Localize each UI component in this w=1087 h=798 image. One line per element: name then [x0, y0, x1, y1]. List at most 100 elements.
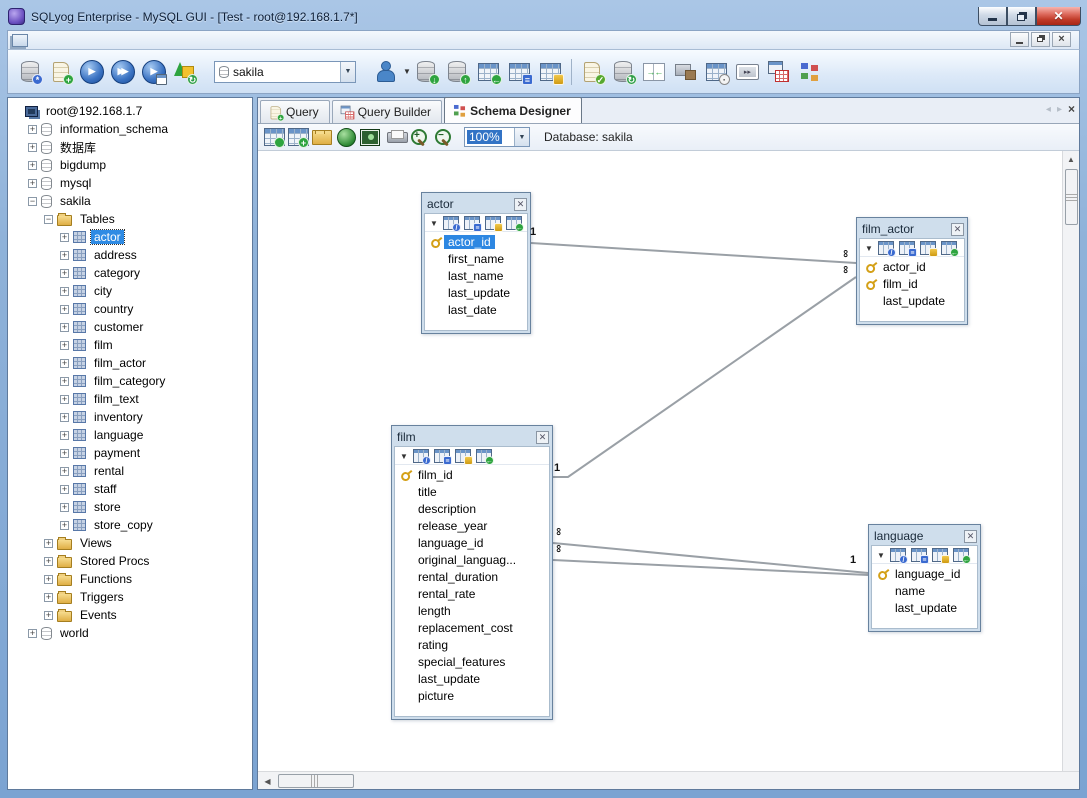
tab-query-builder[interactable]: Query Builder	[332, 100, 442, 123]
export-database-icon[interactable]	[444, 58, 471, 85]
add-column-icon[interactable]	[941, 241, 957, 255]
tab-scroll-right-icon[interactable]: ▸	[1057, 104, 1062, 115]
close-button[interactable]: ✕	[1036, 7, 1081, 26]
tree-expander[interactable]	[60, 359, 69, 368]
tree-item[interactable]: 数据库	[8, 138, 252, 156]
manage-indexes-icon[interactable]	[920, 241, 936, 255]
restore-button[interactable]	[1007, 7, 1036, 26]
entity-header[interactable]: language ✕	[871, 527, 978, 545]
tree-item[interactable]: world	[8, 624, 252, 642]
tab-scroll-left-icon[interactable]: ◂	[1046, 104, 1051, 115]
entity-close-icon[interactable]: ✕	[514, 198, 527, 211]
tree-expander[interactable]	[44, 611, 53, 620]
open-schema-icon[interactable]	[311, 126, 333, 148]
tree-item[interactable]: root@192.168.1.7	[8, 102, 252, 120]
entity-language[interactable]: language ✕ ▼	[868, 524, 981, 632]
execute-query-icon[interactable]: ▶	[78, 58, 105, 85]
dropdown-caret-icon[interactable]: ▼	[400, 452, 408, 461]
tab-close-icon[interactable]: ×	[1068, 102, 1075, 116]
compare-data-icon[interactable]: →←	[641, 58, 668, 85]
database-select[interactable]: sakila ▼	[214, 61, 356, 83]
tree-item[interactable]: inventory	[8, 408, 252, 426]
tree-expander[interactable]	[60, 269, 69, 278]
tree-item[interactable]: Views	[8, 534, 252, 552]
field-row[interactable]: language_id	[397, 534, 547, 551]
tree-item[interactable]: customer	[8, 318, 252, 336]
field-row[interactable]: length	[397, 602, 547, 619]
chevron-down-icon[interactable]: ▼	[514, 128, 529, 146]
add-column-icon[interactable]	[506, 216, 522, 230]
new-table-icon[interactable]	[263, 126, 285, 148]
table-details-icon[interactable]	[899, 241, 915, 255]
scheduled-backup-icon[interactable]	[703, 58, 730, 85]
tree-item[interactable]: bigdump	[8, 156, 252, 174]
mdi-system-icon[interactable]	[12, 34, 28, 47]
field-row[interactable]: last_update	[397, 670, 547, 687]
vertical-scroll-thumb[interactable]	[1065, 169, 1078, 225]
field-row[interactable]: rental_duration	[397, 568, 547, 585]
menu-item[interactable]	[34, 31, 52, 49]
entity-film[interactable]: film ✕ ▼	[391, 425, 553, 720]
tab-query[interactable]: Query	[260, 100, 330, 123]
alter-table-icon[interactable]	[890, 548, 906, 562]
tree-item[interactable]: film_text	[8, 390, 252, 408]
entity-header[interactable]: film_actor ✕	[859, 220, 965, 238]
tree-item[interactable]: Events	[8, 606, 252, 624]
tree-expander[interactable]	[60, 287, 69, 296]
import-table-data-icon[interactable]	[475, 58, 502, 85]
scroll-left-icon[interactable]: ◀	[260, 774, 275, 788]
connect-database-icon[interactable]	[16, 58, 43, 85]
tree-expander[interactable]	[44, 539, 53, 548]
alter-table-icon[interactable]	[413, 449, 429, 463]
entity-close-icon[interactable]: ✕	[536, 431, 549, 444]
tree-expander[interactable]	[28, 629, 37, 638]
tree-expander[interactable]	[60, 485, 69, 494]
tree-expander[interactable]	[28, 143, 37, 152]
migrate-database-icon[interactable]	[672, 58, 699, 85]
execute-all-queries-icon[interactable]: ▶▶	[109, 58, 136, 85]
tab-schema-designer[interactable]: Schema Designer	[444, 97, 582, 123]
field-row[interactable]: film_id	[397, 466, 547, 483]
alter-table-icon[interactable]	[878, 241, 894, 255]
tree-item[interactable]: country	[8, 300, 252, 318]
tree-expander[interactable]	[60, 233, 69, 242]
tree-item[interactable]: staff	[8, 480, 252, 498]
field-row[interactable]: last_update	[427, 284, 525, 301]
tree-expander[interactable]	[28, 197, 37, 206]
field-row[interactable]: first_name	[427, 250, 525, 267]
minimize-button[interactable]	[978, 7, 1007, 26]
tree-expander[interactable]	[60, 251, 69, 260]
tree-item[interactable]: mysql	[8, 174, 252, 192]
format-query-icon[interactable]	[579, 58, 606, 85]
tree-item[interactable]: sakila	[8, 192, 252, 210]
field-row[interactable]: special_features	[397, 653, 547, 670]
tree-item[interactable]: Tables	[8, 210, 252, 228]
field-row[interactable]: language_id	[874, 565, 975, 582]
tree-item[interactable]: actor	[8, 228, 252, 246]
add-column-icon[interactable]	[476, 449, 492, 463]
tree-expander[interactable]	[60, 413, 69, 422]
entity-close-icon[interactable]: ✕	[964, 530, 977, 543]
dropdown-caret-icon[interactable]: ▼	[430, 219, 438, 228]
menu-item[interactable]	[106, 31, 124, 49]
scroll-up-icon[interactable]: ▲	[1063, 151, 1079, 167]
field-row[interactable]: film_id	[862, 275, 962, 292]
tree-expander[interactable]	[60, 395, 69, 404]
entity-header[interactable]: actor ✕	[424, 195, 528, 213]
field-row[interactable]: description	[397, 500, 547, 517]
user-manager-icon[interactable]	[372, 58, 399, 85]
schema-designer-icon[interactable]	[796, 58, 823, 85]
import-database-icon[interactable]	[413, 58, 440, 85]
entity-actor[interactable]: actor ✕ ▼	[421, 192, 531, 334]
tree-expander[interactable]	[60, 449, 69, 458]
zoom-level-select[interactable]: 100% ▼	[464, 127, 530, 147]
field-row[interactable]: last_update	[862, 292, 962, 309]
tree-expander[interactable]	[44, 575, 53, 584]
tree-expander[interactable]	[28, 125, 37, 134]
tree-expander[interactable]	[60, 521, 69, 530]
menu-item[interactable]	[124, 31, 142, 49]
tree-item[interactable]: category	[8, 264, 252, 282]
tree-item[interactable]: film	[8, 336, 252, 354]
title-bar[interactable]: SQLyog Enterprise - MySQL GUI - [Test - …	[0, 0, 1087, 30]
add-column-icon[interactable]	[953, 548, 969, 562]
